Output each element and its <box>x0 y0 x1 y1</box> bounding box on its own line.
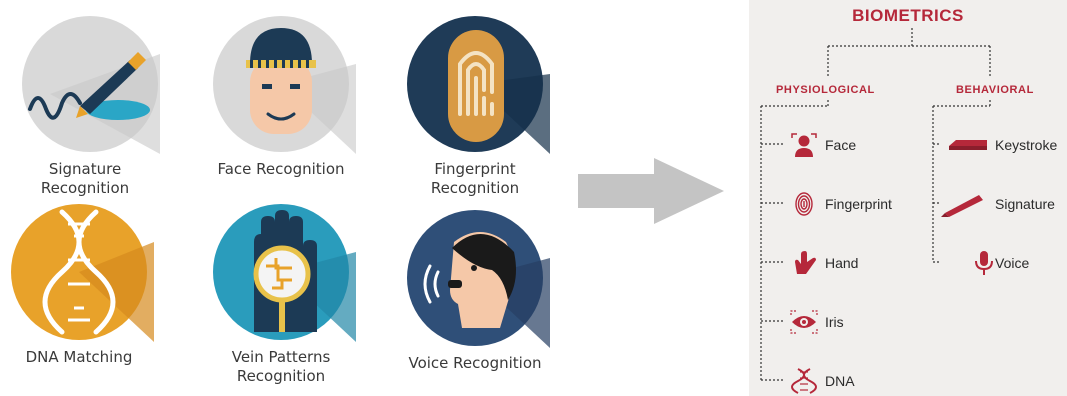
face-recognition-card: Face Recognition <box>196 14 366 179</box>
fingerprint-icon <box>795 192 813 216</box>
pen-icon <box>941 195 983 217</box>
physiological-heading: PHYSIOLOGICAL <box>776 84 875 96</box>
fingerprint-label: Fingerprint <box>825 196 892 212</box>
biometric-icons-panel: Signature Recognition Face Recognition F… <box>0 0 560 396</box>
fingerprint-recognition-label: Fingerprint Recognition <box>430 160 520 197</box>
signature-pen-icon <box>22 16 160 154</box>
fingerprint-icon <box>407 16 550 154</box>
dna-label: DNA <box>825 373 855 389</box>
signature-recognition-label: Signature Recognition <box>40 160 130 197</box>
face-label: Face <box>825 137 857 153</box>
voice-head-icon <box>407 210 550 348</box>
voice-recognition-label: Voice Recognition <box>408 354 542 372</box>
face-icon <box>213 16 356 154</box>
keyboard-icon <box>949 140 987 150</box>
fingerprint-recognition-card: Fingerprint Recognition <box>390 14 560 198</box>
signature-label: Signature <box>995 196 1055 212</box>
iris-label: Iris <box>825 314 844 330</box>
face-scan-icon <box>791 133 817 157</box>
vein-patterns-label: Vein Patterns Recognition <box>231 348 331 385</box>
hand-icon <box>795 251 816 274</box>
keystroke-label: Keystroke <box>995 137 1058 153</box>
dna-icon <box>11 204 154 342</box>
behavioral-heading: BEHAVIORAL <box>956 84 1034 96</box>
voice-label: Voice <box>995 255 1030 271</box>
voice-recognition-card: Voice Recognition <box>390 208 560 373</box>
right-arrow-icon <box>578 158 724 224</box>
biometrics-title: BIOMETRICS <box>852 6 964 25</box>
dna-matching-card: DNA Matching <box>0 202 164 367</box>
hand-label: Hand <box>825 255 859 271</box>
vein-patterns-card: Vein Patterns Recognition <box>196 202 366 386</box>
vein-hand-icon <box>213 204 356 342</box>
eye-icon <box>790 310 818 334</box>
dna-matching-label: DNA Matching <box>25 348 133 366</box>
transition-arrow <box>578 158 726 229</box>
signature-recognition-card: Signature Recognition <box>0 14 170 198</box>
dna-icon <box>791 368 817 394</box>
face-recognition-label: Face Recognition <box>217 160 345 178</box>
biometrics-taxonomy: BIOMETRICS PHYSIOLOGICAL BEHAVIORAL Face… <box>749 0 1067 396</box>
